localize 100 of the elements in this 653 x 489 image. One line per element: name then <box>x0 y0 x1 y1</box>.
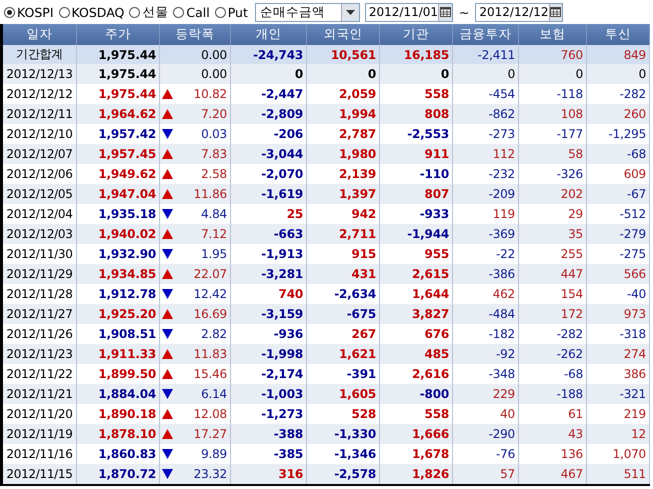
up-triangle-icon <box>162 109 173 119</box>
net-buy-cell: -2,070 <box>261 167 303 181</box>
change-cell: 12.08 <box>194 407 227 421</box>
market-radio[interactable]: Put <box>214 4 248 20</box>
price-cell: 1,940.02 <box>98 227 156 241</box>
net-buy-cell: -279 <box>620 227 646 241</box>
column-header[interactable]: 주가 <box>105 26 131 43</box>
down-triangle-icon <box>162 469 173 479</box>
net-buy-cell: 229 <box>492 387 515 401</box>
column-header[interactable]: 개인 <box>256 26 282 43</box>
net-buy-cell: -282 <box>620 87 646 101</box>
price-cell: 1,964.62 <box>98 107 156 121</box>
change-cell: 11.86 <box>194 187 227 201</box>
net-buy-cell: -1,998 <box>261 347 303 361</box>
net-buy-cell: -290 <box>488 427 515 441</box>
net-buy-cell: 219 <box>624 407 646 421</box>
net-buy-cell: 942 <box>352 207 376 221</box>
column-header[interactable]: 보험 <box>540 26 566 43</box>
net-buy-cell: 558 <box>424 87 449 101</box>
net-buy-cell: 431 <box>352 267 376 281</box>
up-triangle-icon <box>162 309 173 319</box>
net-buy-cell: 16,185 <box>404 48 449 62</box>
net-buy-cell: 154 <box>560 287 583 301</box>
net-buy-cell: 61 <box>568 407 583 421</box>
net-buy-cell: 973 <box>624 307 646 321</box>
net-buy-cell: -2,447 <box>261 87 303 101</box>
change-cell: 23.32 <box>194 467 227 481</box>
change-cell: 2.82 <box>201 327 227 341</box>
net-buy-cell: -484 <box>488 307 515 321</box>
net-buy-cell: 485 <box>424 347 449 361</box>
up-triangle-icon <box>162 89 173 99</box>
date-cell: 2012/11/30 <box>6 247 73 261</box>
net-buy-cell: -273 <box>488 127 515 141</box>
net-buy-cell: -67 <box>627 187 646 201</box>
net-buy-cell: -385 <box>274 447 303 461</box>
net-buy-cell: 267 <box>352 327 376 341</box>
net-buy-cell: 0 <box>508 67 515 81</box>
net-buy-cell: -2,809 <box>261 107 303 121</box>
net-buy-cell: 3,827 <box>412 307 449 321</box>
price-cell: 1,975.44 <box>98 87 156 101</box>
market-radio[interactable]: KOSPI <box>4 4 54 20</box>
column-header[interactable]: 일자 <box>26 26 52 43</box>
net-buy-cell: 255 <box>560 247 583 261</box>
net-buy-cell: -68 <box>564 367 583 381</box>
column-header[interactable]: 기관 <box>403 26 429 43</box>
measure-dropdown[interactable]: 순매수금액 <box>254 2 360 22</box>
market-radio[interactable]: KOSDAQ <box>58 4 124 20</box>
up-triangle-icon <box>162 409 173 419</box>
net-buy-cell: 915 <box>352 247 376 261</box>
net-buy-cell: -110 <box>420 167 449 181</box>
net-buy-cell: 29 <box>568 207 583 221</box>
net-buy-cell: 849 <box>624 48 646 62</box>
up-triangle-icon <box>162 169 173 179</box>
net-buy-cell: -862 <box>488 107 515 121</box>
price-cell: 1,957.42 <box>98 127 156 141</box>
change-cell: 17.27 <box>194 427 227 441</box>
change-cell: 16.69 <box>194 307 227 321</box>
net-buy-cell: -40 <box>627 287 646 301</box>
price-cell: 1,878.10 <box>98 427 156 441</box>
net-buy-cell: -321 <box>620 387 646 401</box>
end-date-field[interactable]: 2012/12/12 <box>475 2 564 22</box>
net-buy-cell: 58 <box>568 147 583 161</box>
date-cell: 2012/11/26 <box>6 327 73 341</box>
market-radio[interactable]: Call <box>173 4 210 20</box>
price-cell: 1,899.50 <box>98 367 156 381</box>
net-buy-cell: 807 <box>424 187 449 201</box>
down-triangle-icon <box>162 289 173 299</box>
date-cell: 2012/12/07 <box>6 147 73 161</box>
price-cell: 1,975.44 <box>98 67 156 81</box>
change-cell: 10.82 <box>194 87 227 101</box>
column-header[interactable]: 외국인 <box>324 26 362 43</box>
price-cell: 1,908.51 <box>98 327 156 341</box>
date-cell: 2012/11/28 <box>6 287 73 301</box>
date-cell: 2012/11/21 <box>6 387 73 401</box>
price-cell: 1,890.18 <box>98 407 156 421</box>
date-cell: 2012/11/20 <box>6 407 73 421</box>
net-buy-cell: -24,743 <box>253 48 303 62</box>
change-cell: 2.58 <box>201 167 227 181</box>
net-buy-cell: 108 <box>560 107 583 121</box>
up-triangle-icon <box>162 189 173 199</box>
net-buy-cell: 2,711 <box>339 227 376 241</box>
net-buy-cell: -348 <box>488 367 515 381</box>
change-cell: 1.95 <box>201 247 227 261</box>
net-buy-cell: -1,330 <box>334 427 376 441</box>
change-cell: 12.42 <box>194 287 227 301</box>
net-buy-cell: -282 <box>556 327 583 341</box>
net-buy-cell: 172 <box>560 307 583 321</box>
start-date-field[interactable]: 2012/11/01 <box>364 2 453 22</box>
net-buy-cell: -936 <box>274 327 303 341</box>
column-header[interactable]: 투신 <box>605 26 631 43</box>
column-header[interactable]: 등락폭 <box>176 26 214 43</box>
market-radio[interactable]: 선물 <box>129 4 168 20</box>
net-buy-cell: -386 <box>488 267 515 281</box>
net-buy-cell: 511 <box>624 467 646 481</box>
net-buy-cell: 25 <box>286 207 303 221</box>
down-triangle-icon <box>162 449 173 459</box>
column-header[interactable]: 금융투자 <box>460 26 512 43</box>
net-buy-cell: -182 <box>488 327 515 341</box>
net-buy-cell: 0 <box>440 67 449 81</box>
net-buy-cell: 676 <box>424 327 449 341</box>
